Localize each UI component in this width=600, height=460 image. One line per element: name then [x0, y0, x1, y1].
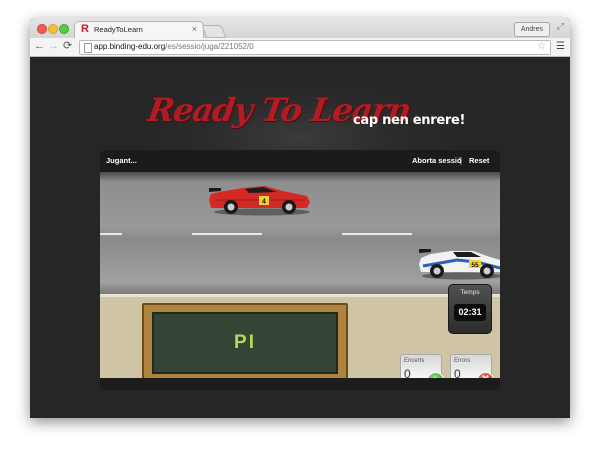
profile-button[interactable]: Andres	[513, 22, 550, 37]
car-number: 4	[262, 199, 266, 206]
minimize-window-button[interactable]	[48, 24, 58, 34]
chalkboard: PI	[152, 312, 338, 374]
abort-session-link[interactable]: Aborta sessió	[412, 156, 462, 165]
game-header: Jugant... Aborta sessió | Reset	[100, 150, 500, 172]
timer-panel: Temps 02:31	[448, 284, 492, 334]
forward-arrow-icon[interactable]: →	[48, 40, 59, 53]
game-panel: Jugant... Aborta sessió | Reset 4 55 PI …	[100, 150, 500, 390]
hamburger-menu-icon[interactable]: ☰	[556, 41, 565, 52]
tab-strip: R ReadyToLearn × Andres ⤢	[30, 18, 570, 39]
lane-marking	[100, 233, 122, 235]
address-bar[interactable]: app.binding-edu.org/es/sessio/juga/22105…	[79, 40, 551, 55]
game-footer	[100, 378, 500, 390]
lane-marking	[192, 233, 262, 235]
favicon-icon: R	[81, 23, 89, 35]
back-arrow-icon[interactable]: ←	[34, 40, 45, 53]
browser-toolbar: ← → ⟳ app.binding-edu.org/es/sessio/juga…	[30, 38, 570, 57]
car-number: 55	[471, 262, 479, 269]
hits-label: Encerts	[404, 358, 425, 364]
page-icon	[84, 43, 92, 53]
zoom-window-button[interactable]	[59, 24, 69, 34]
errors-label: Errors	[454, 358, 471, 364]
game-status: Jugant...	[106, 156, 137, 165]
tab-readytolearn[interactable]: R ReadyToLearn ×	[74, 21, 204, 39]
url-path: /es/sessio/juga/221052/0	[165, 42, 254, 51]
header-separator: |	[460, 156, 462, 165]
url-text: app.binding-edu.org/es/sessio/juga/22105…	[94, 42, 254, 51]
lane-marking	[342, 233, 412, 235]
tab-close-icon[interactable]: ×	[192, 24, 197, 34]
reload-icon[interactable]: ⟳	[63, 40, 72, 53]
url-host: app.binding-edu.org	[94, 42, 166, 51]
timer-value: 02:31	[454, 304, 486, 321]
ground-area: PI Temps 02:31 Encerts 0 + Errors 0 ✕	[100, 284, 500, 389]
star-icon[interactable]: ☆	[537, 41, 546, 52]
browser-window: R ReadyToLearn × Andres ⤢ ← → ⟳ app.bind…	[30, 18, 570, 418]
reset-link[interactable]: Reset	[469, 156, 489, 165]
new-tab-button[interactable]	[201, 25, 227, 38]
target-word: PI	[234, 332, 256, 353]
race-track: 4 55	[100, 172, 500, 294]
timer-label: Temps	[460, 289, 480, 296]
red-race-car: 4	[209, 186, 310, 216]
white-race-car: 55	[419, 249, 500, 280]
fullscreen-icon[interactable]: ⤢	[557, 21, 564, 32]
chalkboard-frame: PI	[142, 303, 348, 383]
track-curb	[100, 294, 500, 297]
close-window-button[interactable]	[37, 24, 47, 34]
tagline: cap nen enrere!	[353, 113, 466, 128]
page-content: Ready To Learn cap nen enrere! Jugant...…	[30, 57, 570, 418]
tab-title: ReadyToLearn	[94, 25, 143, 34]
